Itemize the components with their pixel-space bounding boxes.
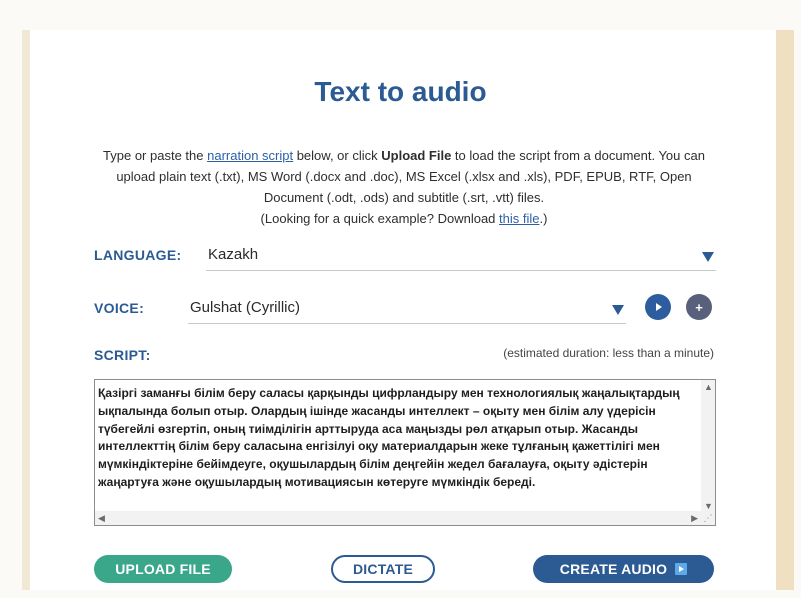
intro-text-2: below, or click — [293, 148, 382, 163]
play-icon — [675, 563, 688, 575]
resize-handle-icon[interactable]: ⋰ — [701, 511, 715, 525]
scroll-down-icon[interactable]: ▼ — [704, 501, 713, 511]
voice-label: VOICE: — [94, 300, 145, 316]
add-icon: + — [695, 299, 703, 315]
narration-script-link[interactable]: narration script — [207, 148, 293, 163]
page-title: Text to audio — [314, 76, 487, 107]
vertical-scrollbar[interactable]: ▲ ▼ — [701, 380, 715, 513]
scroll-up-icon[interactable]: ▲ — [704, 382, 713, 392]
dictate-button[interactable]: DICTATE — [331, 555, 435, 583]
scroll-right-icon[interactable]: ▶ — [691, 513, 698, 523]
intro-text-4: (Looking for a quick example? Download — [260, 211, 500, 226]
language-select[interactable]: Kazakh — [206, 242, 716, 271]
script-textarea[interactable]: Қазіргі заманғы білім беру саласы қарқын… — [94, 379, 716, 526]
add-voice-button[interactable]: + — [686, 294, 712, 320]
right-border — [776, 30, 794, 590]
page-frame: Text to audio Type or paste the narratio… — [0, 0, 801, 598]
chevron-down-icon — [702, 252, 714, 262]
left-border — [22, 30, 30, 590]
intro-text-1: Type or paste the — [103, 148, 208, 163]
upload-file-mention: Upload File — [381, 148, 452, 163]
chevron-down-icon — [612, 305, 624, 315]
script-content[interactable]: Қазіргі заманғы білім беру саласы қарқын… — [98, 385, 696, 492]
create-audio-label: CREATE AUDIO — [559, 561, 668, 577]
upload-file-label: UPLOAD FILE — [115, 561, 211, 577]
language-value: Kazakh — [208, 246, 259, 263]
horizontal-scrollbar[interactable]: ◀ ▶ — [95, 511, 701, 525]
create-audio-button[interactable]: CREATE AUDIO — [533, 555, 714, 583]
voice-value: Gulshat (Cyrillic) — [190, 299, 301, 316]
play-icon — [656, 303, 662, 311]
upload-file-button[interactable]: UPLOAD FILE — [94, 555, 232, 583]
intro-text: Type or paste the narration script below… — [88, 145, 720, 229]
language-label: LANGUAGE: — [94, 247, 182, 263]
example-file-link[interactable]: this file — [499, 211, 539, 226]
voice-select[interactable]: Gulshat (Cyrillic) — [188, 295, 626, 324]
script-label: SCRIPT: — [94, 347, 151, 363]
dictate-label: DICTATE — [353, 561, 413, 577]
play-voice-button[interactable] — [645, 294, 671, 320]
intro-text-5: .) — [539, 211, 548, 226]
estimated-duration: (estimated duration: less than a minute) — [503, 346, 714, 360]
scroll-left-icon[interactable]: ◀ — [98, 513, 105, 523]
